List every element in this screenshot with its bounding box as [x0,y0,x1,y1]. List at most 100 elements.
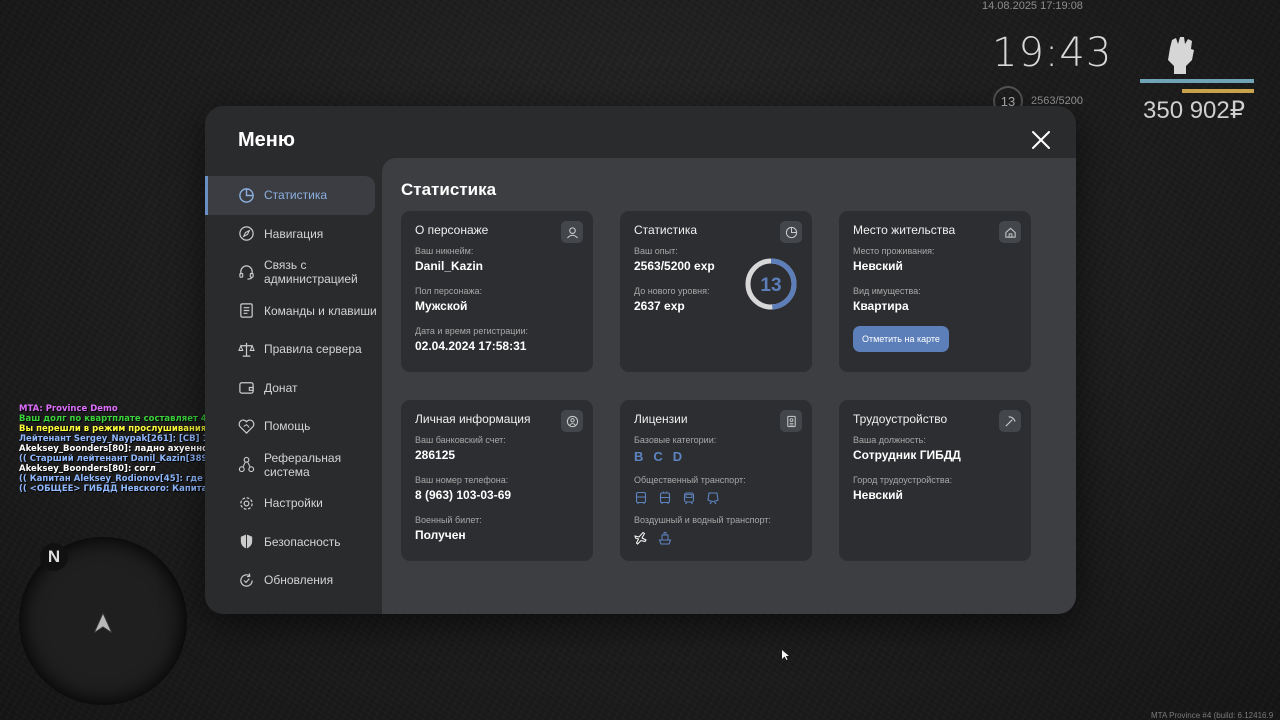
armor-bar [1182,89,1254,93]
sidebar-item-label: Команды и клавиши [264,303,377,318]
compass-icon [239,226,254,241]
nickname-value: Danil_Kazin [415,259,484,273]
public-transport-icons [634,491,798,505]
public-transport-label: Общественный транспорт: [634,475,746,485]
trolleybus-icon [659,491,671,504]
bank-account-value: 286125 [415,448,456,462]
sidebar-item-label: Правила сервера [264,342,362,357]
user-icon [561,221,583,243]
level-number: 13 [760,275,781,296]
basic-categories-label: Базовые категории: [634,435,717,445]
heart-handshake-icon [238,419,255,434]
phone-value: 8 (963) 103-03-69 [415,488,512,502]
sidebar-item-label: Навигация [264,226,324,241]
sidebar-item-navigation[interactable]: Навигация [205,215,382,254]
sidebar-item-commands[interactable]: Команды и клавиши [205,292,382,331]
menu-panel: Меню Статистика Навигация Связь с админи… [205,106,1076,614]
nickname-label: Ваш никнейм: [415,246,474,256]
content-area: Статистика О персонаже Ваш никнейм: Dani… [382,158,1076,614]
license-category: C [653,449,663,464]
hud-datetime: 14.08.2025 17:19:08 [982,0,1083,12]
sidebar-item-label: Настройки [264,496,323,511]
property-label: Вид имущества: [853,286,921,296]
boat-icon [658,532,672,545]
gender-value: Мужской [415,299,468,313]
bank-account-label: Ваш банковский счет: [415,435,506,445]
license-category: D [672,449,683,464]
registration-value: 02.04.2024 17:58:31 [415,339,527,353]
sidebar-item-label: Статистика [264,188,328,203]
refresh-icon [240,573,253,587]
player-arrow-icon [94,613,112,633]
air-water-transport-label: Воздушный и водный транспорт: [634,515,771,525]
military-id-value: Получен [415,528,466,542]
sidebar-item-label: Реферальная система [264,450,342,479]
sidebar: Статистика Навигация Связь с администрац… [205,176,382,600]
airplane-icon [634,531,647,545]
sidebar-item-referral[interactable]: Реферальная система [205,446,382,485]
mark-on-map-button[interactable]: Отметить на карте [853,326,949,352]
card-title: Статистика [634,223,698,237]
property-value: Квартира [853,299,909,313]
content-title: Статистика [401,180,497,199]
network-icon [238,457,255,473]
sidebar-item-label: Донат [264,380,298,395]
card-title: Личная информация [415,412,531,426]
wallet-icon [239,382,254,395]
fist-icon [1168,37,1194,74]
level-progress-ring: 13 [745,258,797,310]
metro-icon [707,492,719,505]
basic-categories: B C D [634,449,798,464]
pie-chart-icon [239,187,254,203]
card-licenses: Лицензии Базовые категории: B C D Общест… [620,400,812,561]
position-label: Ваша должность: [853,435,926,445]
card-residence: Место жительства Место проживания: Невск… [839,211,1031,372]
sidebar-item-updates[interactable]: Обновления [205,561,382,600]
scales-icon [238,342,255,357]
air-water-transport-icons [634,531,798,545]
close-icon[interactable] [1029,128,1053,152]
sidebar-item-statistics[interactable]: Статистика [205,176,375,215]
hud-clock: 19:43 [992,30,1113,76]
phone-label: Ваш номер телефона: [415,475,509,485]
id-badge-icon [780,410,802,432]
headset-icon [239,265,254,280]
license-category: B [634,449,644,464]
sidebar-item-rules[interactable]: Правила сервера [205,330,382,369]
card-personal-info: Личная информация Ваш банковский счет: 2… [401,400,593,561]
card-title: Трудоустройство [853,412,948,426]
sidebar-item-label: Безопасность [264,534,341,549]
bus-icon [635,491,647,504]
build-info: MTA Province #4 (build: 6.12416.9 [1151,711,1274,720]
employment-city-value: Невский [853,488,903,502]
residence-value: Невский [853,259,903,273]
registration-label: Дата и время регистрации: [415,326,528,336]
card-title: Лицензии [634,412,688,426]
sidebar-item-label: Обновления [264,573,334,588]
residence-label: Место проживания: [853,246,935,256]
pickaxe-icon [999,410,1021,432]
card-employment: Трудоустройство Ваша должность: Сотрудни… [839,400,1031,561]
sidebar-item-help[interactable]: Помощь [205,407,382,446]
tram-icon [683,492,695,505]
card-title: Место жительства [853,223,956,237]
user-circle-icon [561,410,583,432]
menu-title: Меню [238,129,295,151]
shield-icon [240,534,253,549]
gear-icon [240,496,253,510]
mouse-cursor-icon [782,650,789,660]
card-stats: Статистика Ваш опыт: 2563/5200 exp До но… [620,211,812,372]
health-bar [1140,79,1254,83]
sidebar-item-contact-admin[interactable]: Связь с администрацией [205,253,382,292]
sidebar-item-security[interactable]: Безопасность [205,523,382,562]
sidebar-item-label: Помощь [264,419,311,434]
position-value: Сотрудник ГИБДД [853,448,961,462]
pie-chart-icon [780,221,802,243]
compass-north: N [40,543,68,571]
home-icon [999,221,1021,243]
military-id-label: Военный билет: [415,515,482,525]
card-title: О персонаже [415,223,489,237]
sidebar-item-donate[interactable]: Донат [205,369,382,408]
hud-money: 350 902₽ [1143,97,1246,124]
sidebar-item-settings[interactable]: Настройки [205,484,382,523]
